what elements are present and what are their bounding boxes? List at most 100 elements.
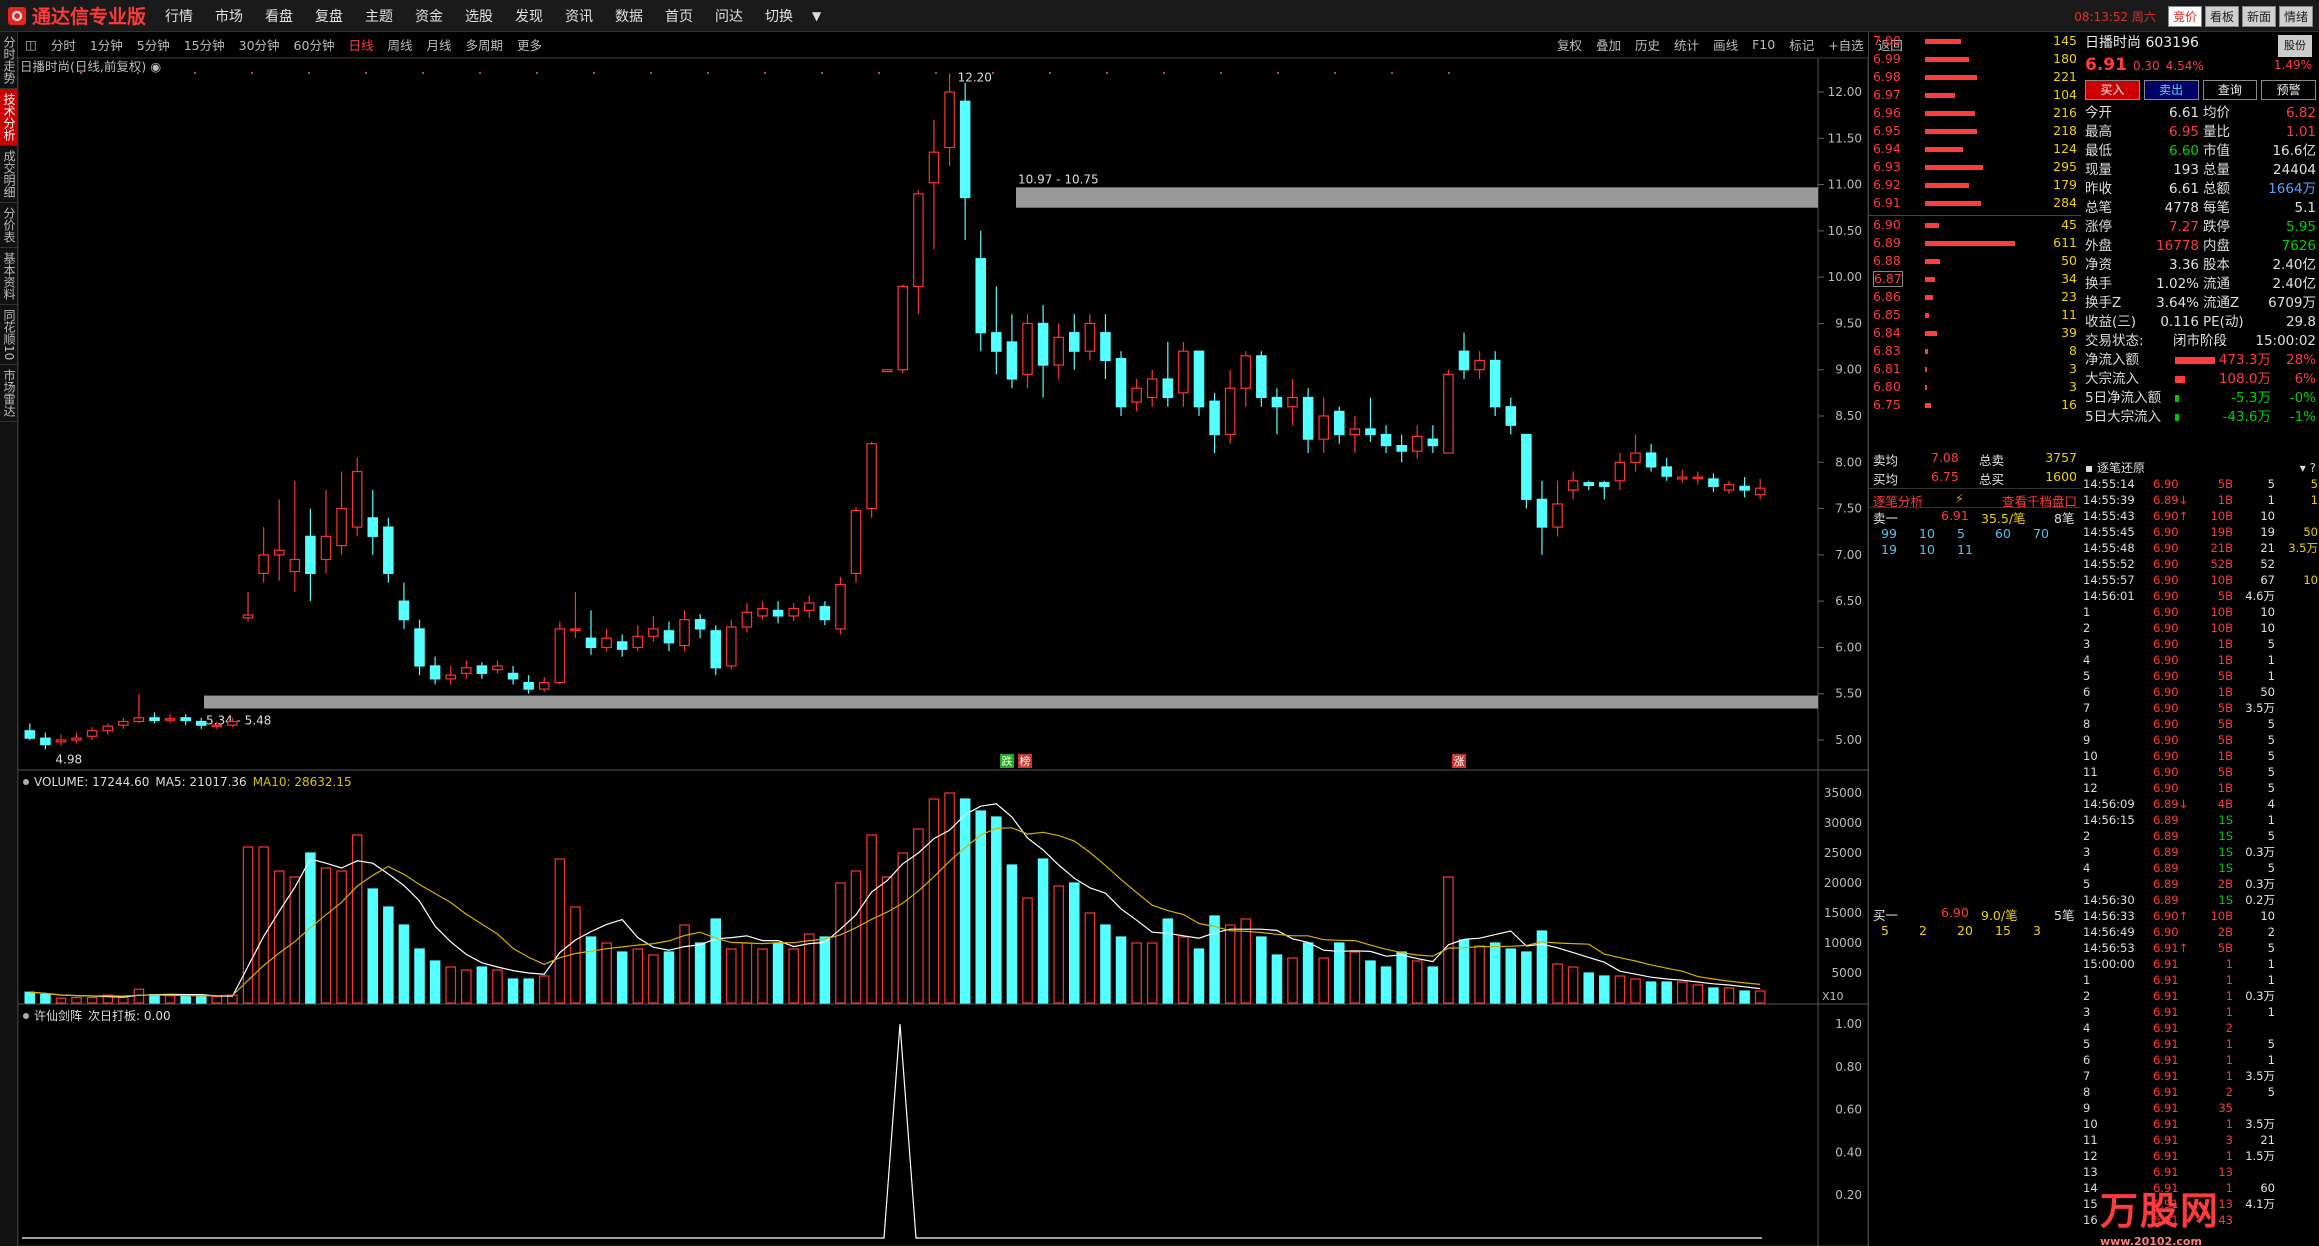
volume-bar[interactable]	[616, 951, 628, 1004]
volume-bar[interactable]	[492, 969, 503, 1004]
candle-body[interactable]	[991, 332, 1002, 352]
candle-body[interactable]	[850, 509, 862, 574]
volume-bar[interactable]	[648, 954, 659, 1004]
volume-bar[interactable]	[710, 918, 722, 1004]
volume-bar[interactable]	[944, 792, 955, 1004]
candle-body[interactable]	[320, 535, 332, 561]
bid-row[interactable]: 6.80 3	[1869, 378, 2081, 396]
candle-body[interactable]	[1489, 359, 1501, 408]
candle-body[interactable]	[803, 602, 815, 611]
tick-expand-icon[interactable]: ▪	[2085, 461, 2093, 475]
candle-body[interactable]	[1271, 396, 1283, 408]
ask-row[interactable]: 6.92 179	[1869, 176, 2081, 194]
candle-body[interactable]	[1396, 445, 1407, 452]
volume-bar[interactable]	[258, 846, 269, 1004]
candle-body[interactable]	[648, 628, 659, 637]
volume-bar[interactable]	[975, 810, 987, 1004]
candle-body[interactable]	[398, 600, 410, 621]
volume-bar[interactable]	[1583, 972, 1594, 1004]
volume-bar[interactable]	[118, 996, 129, 1004]
candle-body[interactable]	[663, 630, 675, 644]
candle-body[interactable]	[710, 630, 722, 669]
candle-body[interactable]	[772, 609, 784, 617]
bid-row[interactable]: 6.88 50	[1869, 252, 2081, 270]
candle-body[interactable]	[507, 672, 519, 680]
volume-bar[interactable]	[1115, 936, 1127, 1004]
volume-bar[interactable]	[523, 978, 534, 1004]
candle-body[interactable]	[1162, 378, 1174, 399]
volume-bar[interactable]	[1645, 981, 1657, 1004]
candle-body[interactable]	[1256, 355, 1267, 399]
volume-bar[interactable]	[601, 942, 612, 1004]
volume-bar[interactable]	[1224, 924, 1236, 1004]
volume-bar[interactable]	[663, 951, 675, 1004]
volume-bar[interactable]	[383, 906, 394, 1004]
candle-body[interactable]	[1131, 387, 1142, 403]
volume-bar[interactable]	[1053, 885, 1064, 1004]
sell-button[interactable]: 卖出	[2143, 80, 2199, 100]
volume-bar[interactable]	[1287, 957, 1298, 1004]
volume-bar[interactable]	[897, 852, 909, 1004]
candle-body[interactable]	[289, 558, 301, 573]
candle-body[interactable]	[866, 443, 877, 510]
candle-body[interactable]	[351, 470, 363, 528]
volume-bar[interactable]	[570, 906, 581, 1004]
volume-bar[interactable]	[726, 948, 737, 1004]
bid-row[interactable]: 6.81 3	[1869, 360, 2081, 378]
candle-body[interactable]	[1474, 359, 1485, 371]
volume-bar[interactable]	[1489, 942, 1501, 1004]
candle-body[interactable]	[102, 725, 114, 732]
volume-bar[interactable]	[1162, 918, 1174, 1004]
ask-row[interactable]: 6.98 221	[1869, 68, 2081, 86]
candle-body[interactable]	[1411, 435, 1423, 452]
candle-body[interactable]	[1583, 482, 1594, 487]
candle-body[interactable]	[554, 628, 566, 684]
volume-bar[interactable]	[881, 876, 893, 1004]
volume-bar[interactable]	[149, 993, 160, 1004]
candle-body[interactable]	[476, 665, 488, 674]
volume-bar[interactable]	[959, 798, 971, 1004]
volume-bar[interactable]	[211, 995, 223, 1004]
candle-body[interactable]	[975, 258, 987, 334]
bid-row[interactable]: 6.84 39	[1869, 324, 2081, 342]
candle-body[interactable]	[1193, 350, 1205, 408]
volume-bar[interactable]	[1178, 936, 1189, 1004]
volume-bar[interactable]	[55, 997, 67, 1004]
buy-button[interactable]: 买入	[2085, 80, 2140, 100]
candle-body[interactable]	[726, 626, 737, 667]
candle-body[interactable]	[492, 665, 503, 671]
candle-body[interactable]	[1334, 410, 1345, 436]
volume-bar[interactable]	[398, 924, 410, 1004]
volume-bar[interactable]	[1505, 948, 1517, 1004]
volume-bar[interactable]	[788, 948, 799, 1004]
bid-row[interactable]: 6.86 23	[1869, 288, 2081, 306]
volume-bar[interactable]	[991, 816, 1002, 1004]
bid-row[interactable]: 6.87 34	[1869, 270, 2081, 288]
volume-bar[interactable]	[445, 966, 456, 1004]
volume-bar[interactable]	[1068, 882, 1080, 1004]
candle-body[interactable]	[1723, 483, 1735, 491]
volume-bar[interactable]	[819, 936, 831, 1004]
volume-bar[interactable]	[694, 942, 706, 1004]
volume-bar[interactable]	[1100, 924, 1111, 1004]
candle-body[interactable]	[242, 614, 254, 619]
ask-row[interactable]: 6.99 180	[1869, 50, 2081, 68]
candle-body[interactable]	[679, 619, 690, 647]
volume-bar[interactable]	[1302, 942, 1314, 1004]
volume-bar[interactable]	[1630, 978, 1641, 1004]
volume-bar[interactable]	[1365, 960, 1376, 1004]
candle-body[interactable]	[180, 717, 191, 722]
volume-bar[interactable]	[1349, 951, 1361, 1004]
candle-body[interactable]	[164, 718, 176, 721]
volume-bar[interactable]	[1037, 858, 1049, 1004]
candle-body[interactable]	[1676, 476, 1688, 480]
volume-bar[interactable]	[1521, 951, 1532, 1004]
volume-bar[interactable]	[835, 882, 846, 1004]
volume-bar[interactable]	[757, 948, 768, 1004]
volume-bar[interactable]	[1599, 975, 1610, 1004]
bid-row[interactable]: 6.85 11	[1869, 306, 2081, 324]
candle-body[interactable]	[336, 507, 347, 547]
candle-body[interactable]	[757, 607, 768, 617]
candle-body[interactable]	[211, 724, 223, 728]
candle-body[interactable]	[788, 607, 799, 617]
